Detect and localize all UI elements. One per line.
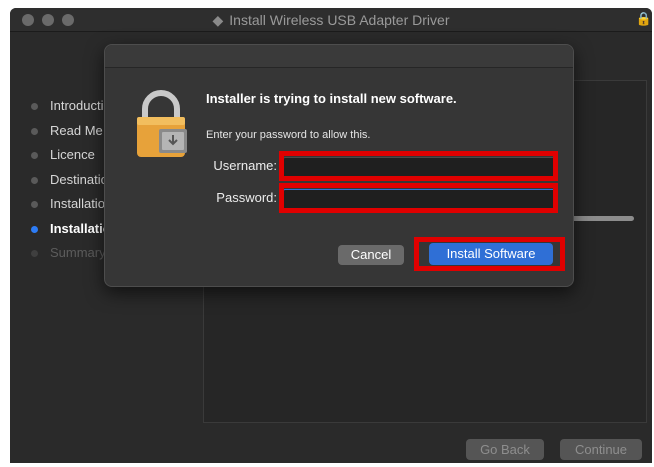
cancel-button[interactable]: Cancel [338, 245, 404, 265]
window-title: ◆ Install Wireless USB Adapter Driver [10, 12, 652, 29]
password-label: Password: [216, 190, 277, 205]
auth-dialog: Installer is trying to install new softw… [104, 44, 574, 287]
window-title-text: Install Wireless USB Adapter Driver [229, 12, 450, 28]
sidebar-item-label: Summary [50, 245, 106, 260]
username-highlight [279, 151, 558, 181]
step-dot [31, 103, 38, 110]
continue-button[interactable]: Continue [560, 439, 642, 460]
dialog-title-bar [105, 45, 573, 68]
password-highlight [279, 183, 558, 213]
install-button-highlight [414, 237, 565, 271]
go-back-button[interactable]: Go Back [466, 439, 544, 460]
step-dot [31, 201, 38, 208]
lock-icon [137, 90, 187, 157]
sidebar-item-label: Read Me [50, 122, 103, 138]
step-dot [31, 176, 38, 184]
step-dot [31, 250, 38, 257]
padlock-icon: 🔒 [635, 11, 652, 26]
dialog-heading: Installer is trying to install new softw… [206, 91, 457, 106]
step-dot [31, 127, 38, 135]
title-bar: ◆ Install Wireless USB Adapter Driver 🔒 [10, 8, 652, 32]
username-label: Username: [213, 158, 277, 173]
progress-bar [570, 216, 634, 221]
dialog-subtitle: Enter your password to allow this. [206, 129, 371, 141]
step-dot-active [31, 225, 38, 233]
step-dot [31, 152, 38, 159]
package-icon: ◆ [212, 12, 224, 28]
sidebar-item-label: Licence [50, 147, 95, 162]
